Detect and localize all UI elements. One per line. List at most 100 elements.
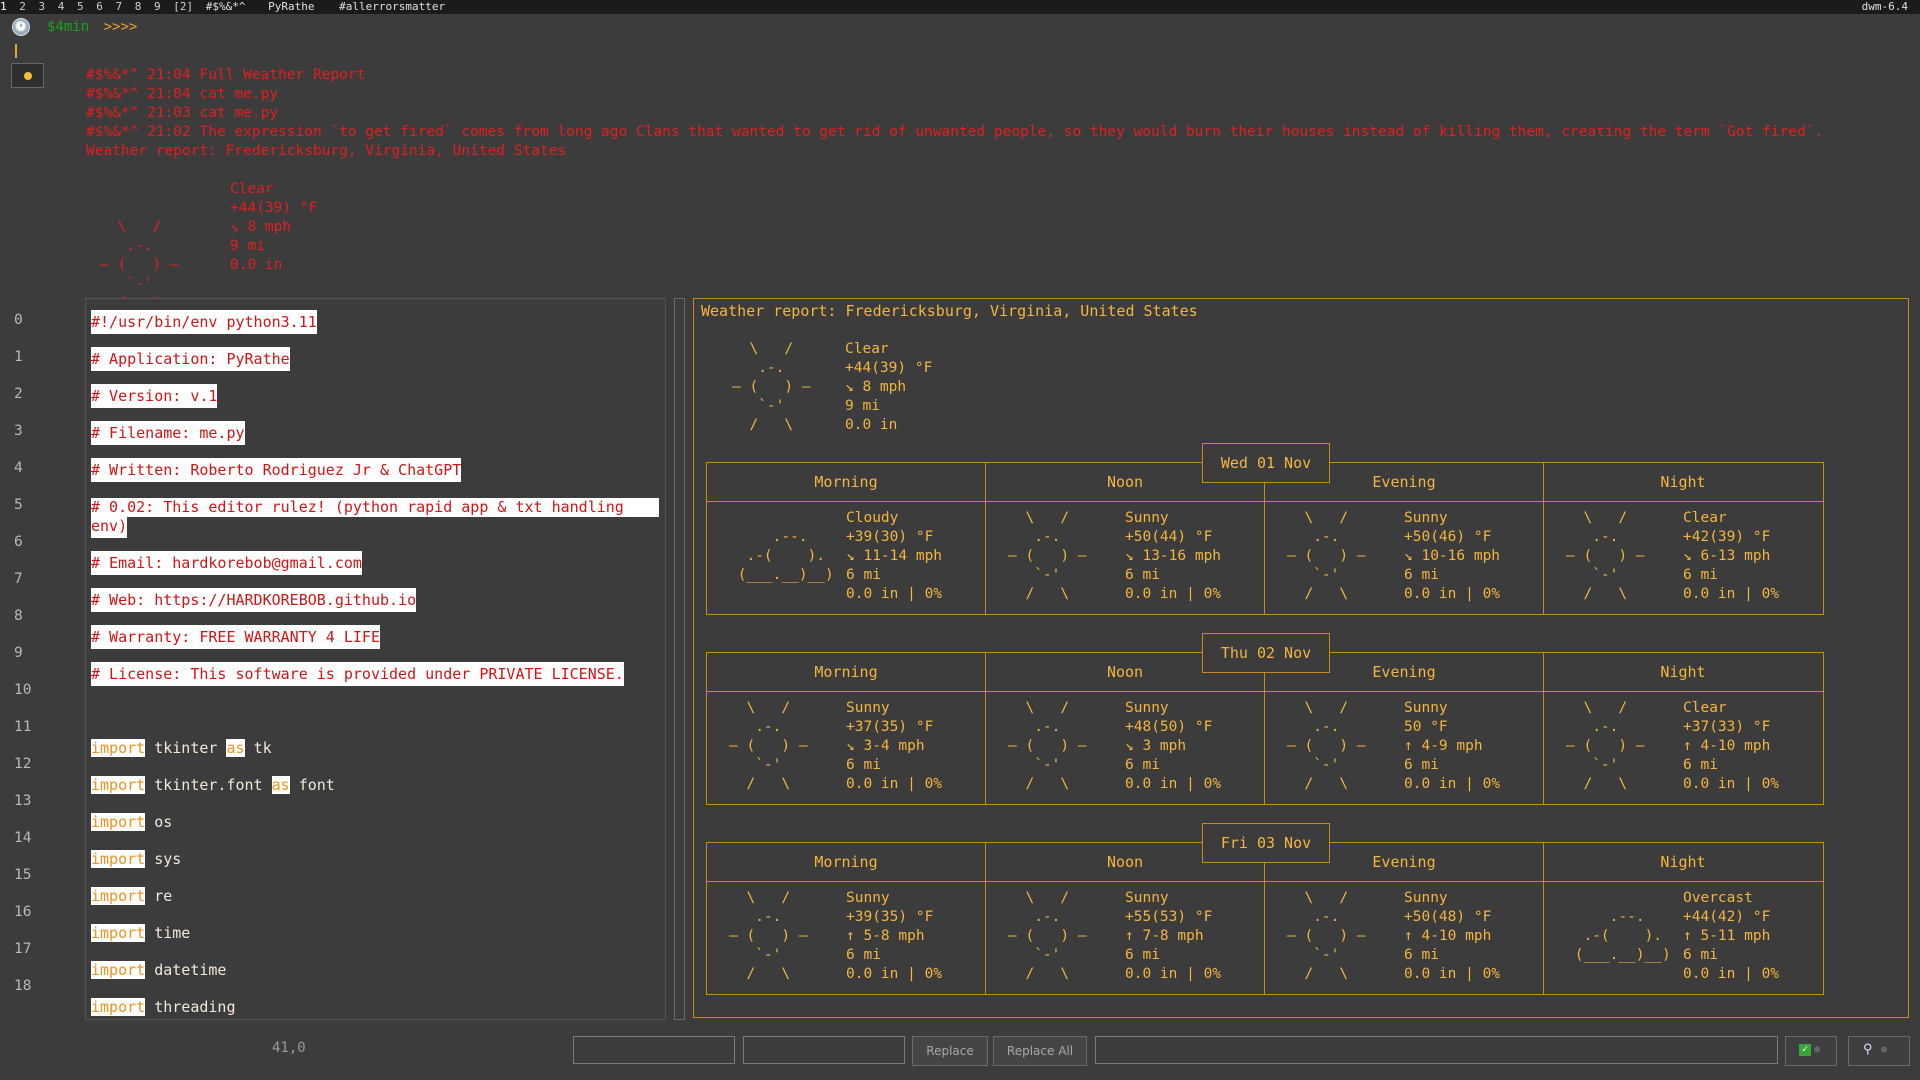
keyword-import: import — [91, 776, 146, 794]
tag-overflow[interactable]: [2] — [173, 0, 193, 14]
code-line: # Application: PyRathe — [91, 347, 290, 371]
period-label: Night — [1660, 853, 1706, 871]
forecast-values: Overcast +44(42) °F ↑ 5-11 mph 6 mi 0.0 … — [1683, 890, 1780, 982]
weather-title: Weather report: Fredericksburg, Virginia… — [701, 302, 1198, 320]
search-toggle-button[interactable]: ⚲ ● — [1848, 1036, 1910, 1066]
line-number: 3 — [14, 423, 23, 439]
app-name: PyRathe — [268, 0, 315, 13]
forecast-values: Sunny +39(35) °F ↑ 5-8 mph 6 mi 0.0 in |… — [846, 890, 943, 982]
line-number: 16 — [14, 904, 32, 920]
tag-5[interactable]: 5 — [77, 0, 84, 14]
forecast-cell-noon: Noon \ / .-. ― ( ) ― `-' / \ Sunny +50(4… — [986, 463, 1265, 614]
keyword-as: as — [226, 739, 245, 757]
forecast-cell-night: Night \ / .-. ― ( ) ― `-' / \ Clear +42(… — [1544, 463, 1822, 614]
find-input[interactable] — [573, 1036, 735, 1064]
line-number: 6 — [14, 534, 23, 550]
line-number: 13 — [14, 793, 32, 809]
tag-9[interactable]: 9 — [154, 0, 161, 14]
module-name: re — [154, 887, 173, 905]
cloud-ascii-icon: .--. .-( ). (___.__)__) — [1574, 909, 1671, 963]
module-name: datetime — [154, 961, 227, 979]
line-number: 0 — [14, 312, 23, 328]
line-number: 7 — [14, 571, 23, 587]
line-number: 5 — [14, 497, 23, 513]
indicator-button[interactable] — [11, 63, 44, 88]
module-alias: tk — [253, 739, 272, 757]
tag-4[interactable]: 4 — [58, 0, 65, 14]
dot-icon: ● — [1814, 1044, 1821, 1055]
forecast-cell-noon: Noon \ / .-. ― ( ) ― `-' / \ Sunny +48(5… — [986, 653, 1265, 804]
status-dot-icon — [24, 72, 32, 80]
text-cursor — [15, 44, 17, 58]
prompt-user: $4min — [47, 19, 90, 35]
forecast-values: Sunny +55(53) °F ↑ 7-8 mph 6 mi 0.0 in |… — [1125, 890, 1222, 982]
replace-button[interactable]: Replace — [912, 1036, 988, 1066]
keyword-import: import — [91, 887, 146, 905]
forecast-cell-evening: Evening \ / .-. ― ( ) ― `-' / \ Sunny +5… — [1265, 843, 1544, 994]
terminal-output: #$%&*^ 21:04 Full Weather Report #$%&*^ 2… — [86, 66, 1823, 161]
line-number: 15 — [14, 867, 32, 883]
weather-report-panel: Weather report: Fredericksburg, Virginia… — [693, 298, 1909, 1018]
period-label: Morning — [814, 473, 878, 491]
tag-1[interactable]: 1 — [0, 0, 7, 14]
code-line-wrapped: # 0.02: This editor rulez! (python rapid… — [91, 498, 659, 517]
forecast-cell-evening: Evening \ / .-. ― ( ) ― `-' / \ Sunny +5… — [1265, 463, 1544, 614]
sun-ascii-icon: \ / .-. ― ( ) ― `-' / \ — [1566, 700, 1645, 792]
checkmark-icon: ✓ — [1799, 1044, 1811, 1056]
command-input[interactable] — [1095, 1036, 1778, 1064]
current-weather-values: Clear +44(39) °F ↘ 8 mph 9 mi 0.0 in — [845, 341, 933, 433]
replace-input[interactable] — [743, 1036, 905, 1064]
module-alias: font — [298, 776, 335, 794]
terminal-line: Weather report: Fredericksburg, Virginia… — [86, 143, 567, 159]
keyword-import: import — [91, 998, 146, 1016]
keyword-import: import — [91, 850, 146, 868]
confirm-toggle-button[interactable]: ✓ ● — [1785, 1036, 1837, 1066]
forecast-date: Thu 02 Nov — [1202, 633, 1330, 673]
line-number: 2 — [14, 386, 23, 402]
clock-icon: 🕐 — [12, 18, 30, 36]
sun-ascii-icon: \ / .-. ― ( ) ― `-' / \ — [1287, 510, 1366, 602]
sun-ascii-icon: \ / .-. ― ( ) ― `-' / \ — [1008, 700, 1087, 792]
line-number: 17 — [14, 941, 32, 957]
line-number: 10 — [14, 682, 32, 698]
tag-7[interactable]: 7 — [116, 0, 123, 14]
line-number: 1 — [14, 349, 23, 365]
line-number: 11 — [14, 719, 32, 735]
sun-ascii-icon: \ / .-. ― ( ) ― `-' / \ — [1008, 510, 1087, 602]
forecast-day-table: Morning .--. .-( ). (___.__)__) Cloudy +… — [706, 462, 1824, 615]
forecast-values: Sunny +37(35) °F ↘ 3-4 mph 6 mi 0.0 in |… — [846, 700, 943, 792]
tag-8[interactable]: 8 — [135, 0, 142, 14]
module-name: sys — [154, 850, 182, 868]
sun-ascii-icon: \ / .-. ― ( ) ― `-' / \ — [1287, 890, 1366, 982]
line-number: 4 — [14, 460, 23, 476]
code-line: # Warranty: FREE WARRANTY 4 LIFE — [91, 625, 380, 649]
forecast-cell-night: Night \ / .-. ― ( ) ― `-' / \ Clear +37(… — [1544, 653, 1822, 804]
forecast-cell-morning: Morning \ / .-. ― ( ) ― `-' / \ Sunny +3… — [707, 843, 986, 994]
code-line: # Email: hardkorebob@gmail.com — [91, 551, 362, 575]
tag-6[interactable]: 6 — [96, 0, 103, 14]
forecast-values: Clear +42(39) °F ↘ 6-13 mph 6 mi 0.0 in … — [1683, 510, 1780, 602]
forecast-day-table: Morning \ / .-. ― ( ) ― `-' / \ Sunny +3… — [706, 842, 1824, 995]
code-editor[interactable]: #!/usr/bin/env python3.11 # Application:… — [85, 298, 666, 1020]
forecast-values: Cloudy +39(30) °F ↘ 11-14 mph 6 mi 0.0 i… — [846, 510, 943, 602]
sun-ascii-icon: \ / .-. ― ( ) ― `-' / \ — [1008, 890, 1087, 982]
forecast-values: Sunny +50(46) °F ↘ 10-16 mph 6 mi 0.0 in… — [1404, 510, 1501, 602]
forecast-values: Sunny +48(50) °F ↘ 3 mph 6 mi 0.0 in | 0… — [1125, 700, 1222, 792]
terminal-line: #$%&*^ 21:03 cat me.py — [86, 105, 279, 121]
pane-divider-scrollbar[interactable] — [674, 298, 685, 1020]
code-line: # Web: https://HARDKOREBOB.github.io — [91, 588, 417, 612]
sun-ascii-icon: \ / .-. ― ( ) ― `-' / \ — [732, 341, 811, 433]
cloud-ascii-icon: .--. .-( ). (___.__)__) — [737, 529, 834, 583]
tag-3[interactable]: 3 — [39, 0, 46, 14]
forecast-values: Sunny +50(48) °F ↑ 4-10 mph 6 mi 0.0 in … — [1404, 890, 1501, 982]
keyword-import: import — [91, 961, 146, 979]
replace-all-button[interactable]: Replace All — [993, 1036, 1087, 1066]
tag-2[interactable]: 2 — [19, 0, 26, 14]
code-line: # Written: Roberto Rodriguez Jr & ChatGP… — [91, 458, 462, 482]
prompt-arrows: >>>> — [103, 19, 138, 35]
top-status-bar: 1 2 3 4 5 6 7 8 9 [2] #$%&*^ PyRathe #al… — [0, 0, 1920, 14]
line-number: 9 — [14, 645, 23, 661]
layout-symbol[interactable]: #$%&*^ — [206, 0, 246, 14]
code-line: # Version: v.1 — [91, 384, 218, 408]
forecast-cell-morning: Morning .--. .-( ). (___.__)__) Cloudy +… — [707, 463, 986, 614]
